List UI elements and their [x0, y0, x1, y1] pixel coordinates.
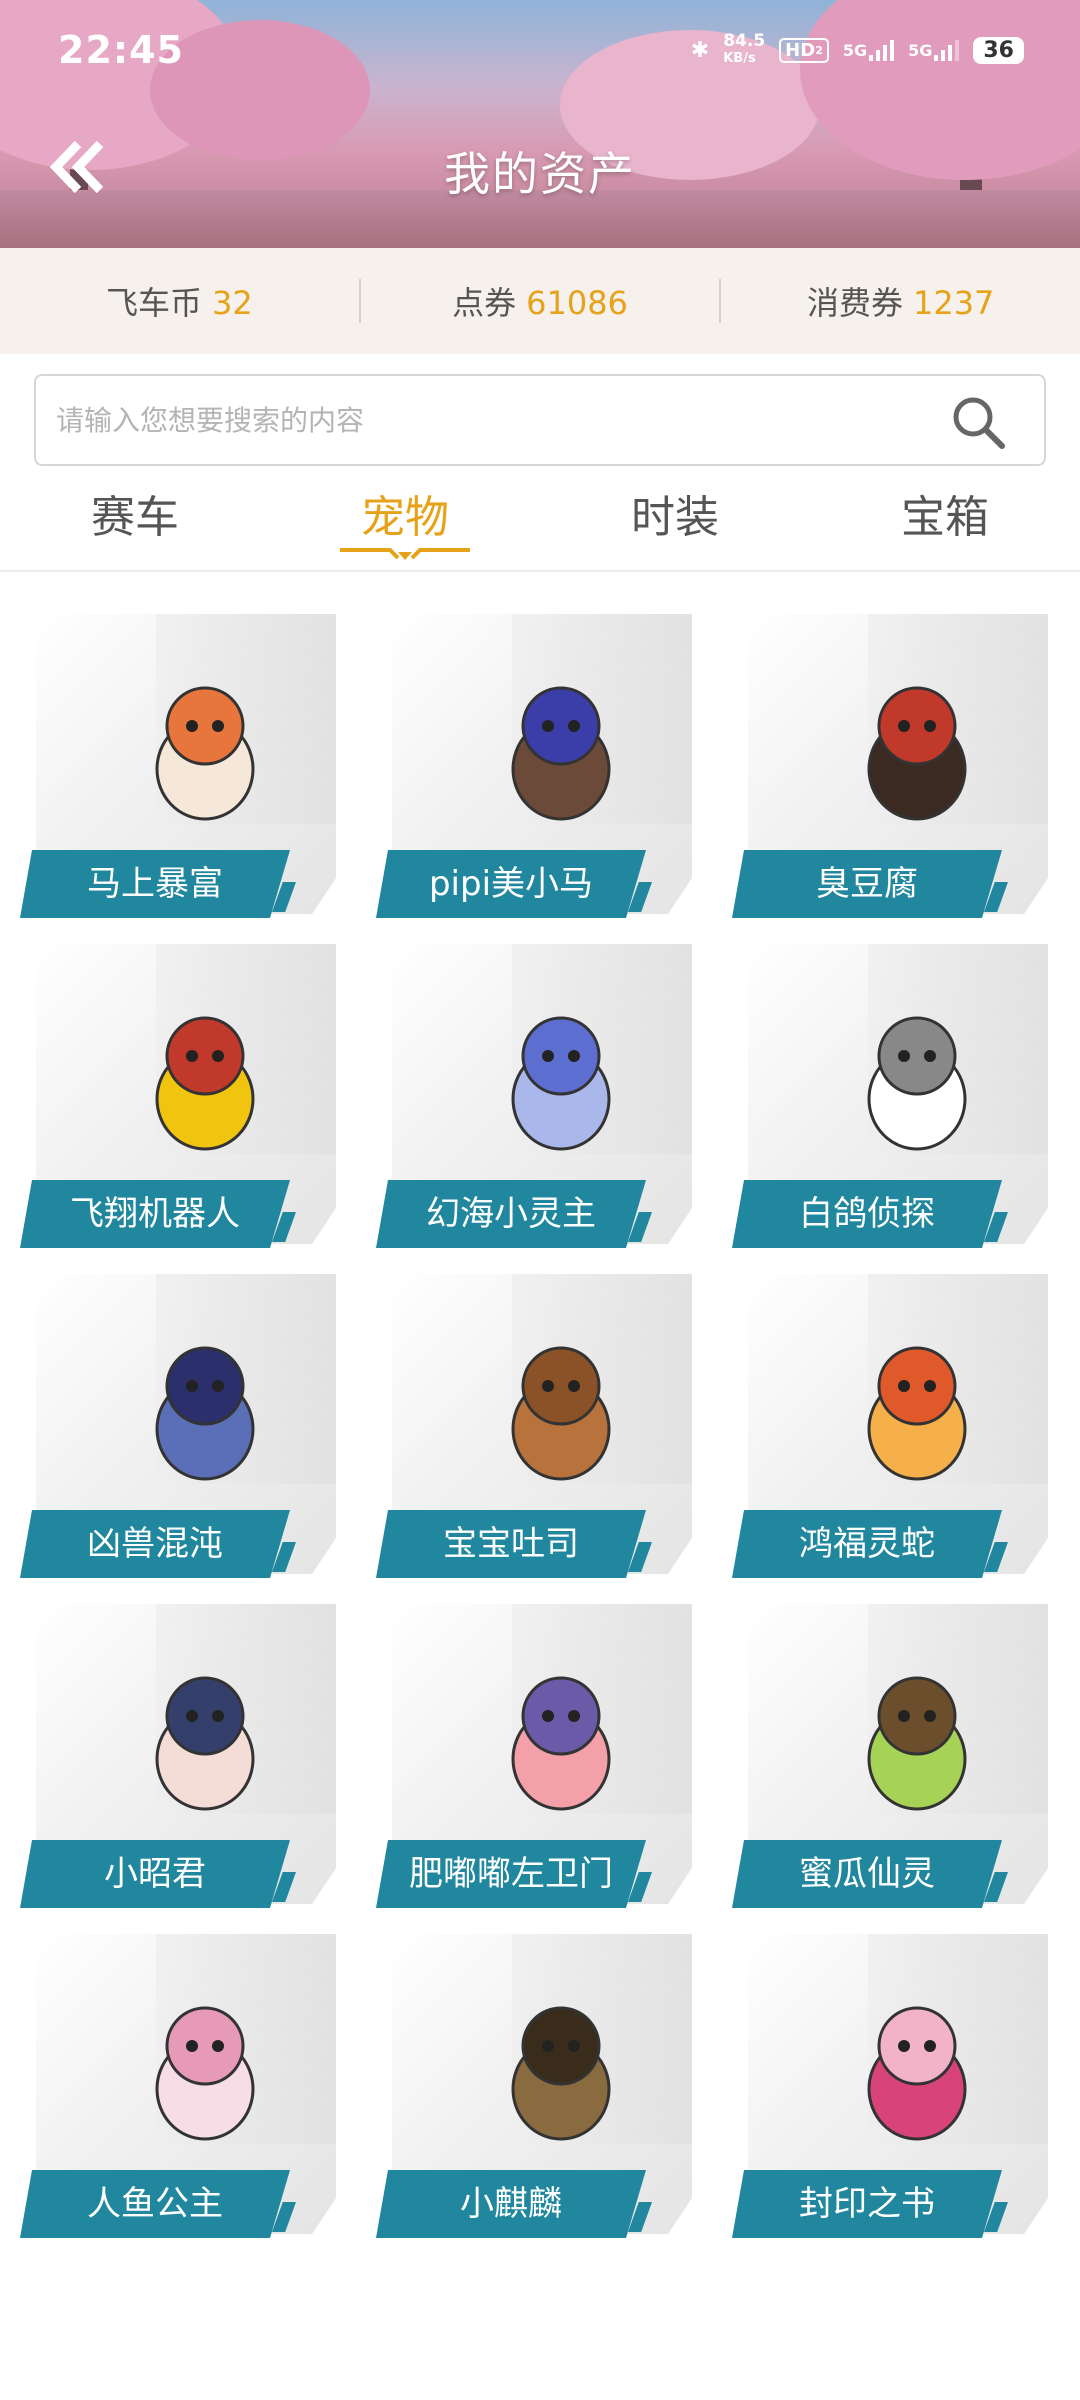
pet-image [867, 1346, 967, 1481]
pet-image [155, 1346, 255, 1481]
divider [0, 570, 1080, 572]
pet-card[interactable]: 幻海小灵主 [376, 944, 706, 1249]
signal-icon: 5G [843, 39, 895, 61]
pet-card[interactable]: 小昭君 [20, 1604, 350, 1909]
currency-label: 飞车币 [105, 284, 202, 322]
pet-name: 蜜瓜仙灵 [732, 1840, 1002, 1908]
pet-card[interactable]: 鸿福灵蛇 [732, 1274, 1062, 1579]
pet-card[interactable]: 蜜瓜仙灵 [732, 1604, 1062, 1909]
currency-feichebi: 飞车币 32 [0, 278, 359, 324]
currency-xiaofeiquan: 消费券 1237 [721, 278, 1080, 324]
pet-name: 白鸽侦探 [732, 1180, 1002, 1248]
currency-label: 消费券 [806, 284, 903, 322]
search-box [34, 374, 1046, 466]
pet-name: 肥嘟嘟左卫门 [376, 1840, 646, 1908]
pet-name: 宝宝吐司 [376, 1510, 646, 1578]
category-tabs: 赛车 宠物 时装 宝箱 [0, 478, 1080, 566]
pet-card[interactable]: pipi美小马 [376, 614, 706, 919]
pet-card[interactable]: 臭豆腐 [732, 614, 1062, 919]
currency-value: 61086 [526, 284, 628, 322]
pet-image [867, 686, 967, 821]
pet-card[interactable]: 小麒麟 [376, 1934, 706, 2239]
pet-image [867, 2006, 967, 2141]
currency-bar: 飞车币 32 点券 61086 消费券 1237 [0, 248, 1080, 354]
pet-name: 马上暴富 [20, 850, 290, 918]
battery-indicator: 36 [973, 36, 1024, 64]
net-speed-value: 84.5 [723, 31, 766, 51]
pet-name: 幻海小灵主 [376, 1180, 646, 1248]
tab-fashion[interactable]: 时装 [540, 478, 810, 566]
status-time: 22:45 [58, 28, 184, 72]
tab-chests[interactable]: 宝箱 [810, 478, 1080, 566]
hd-icon: HD 2 [779, 37, 829, 63]
pet-card[interactable]: 人鱼公主 [20, 1934, 350, 2239]
pet-card[interactable]: 凶兽混沌 [20, 1274, 350, 1579]
currency-dianquan: 点券 61086 [361, 278, 720, 324]
pet-name: 小麒麟 [376, 2170, 646, 2238]
pet-name: 小昭君 [20, 1840, 290, 1908]
net-speed-unit: KB/s [723, 51, 756, 66]
bluetooth-icon: ✱ [690, 37, 710, 63]
tab-pets[interactable]: 宠物 [270, 478, 540, 566]
tab-cars[interactable]: 赛车 [0, 478, 270, 566]
pet-name: 凶兽混沌 [20, 1510, 290, 1578]
pet-image [511, 2006, 611, 2141]
net-speed: 84.5 KB/s [723, 32, 765, 68]
currency-value: 32 [211, 284, 253, 322]
search-icon[interactable] [950, 394, 1006, 450]
pet-image [867, 1016, 967, 1151]
status-bar: 22:45 ✱ 84.5 KB/s HD 2 5G 5G 36 [0, 0, 1080, 100]
pet-name: 飞翔机器人 [20, 1180, 290, 1248]
pet-card[interactable]: 宝宝吐司 [376, 1274, 706, 1579]
pet-image [155, 1016, 255, 1151]
pet-image [511, 1016, 611, 1151]
pet-name: 人鱼公主 [20, 2170, 290, 2238]
pet-image [511, 1346, 611, 1481]
pet-card[interactable]: 肥嘟嘟左卫门 [376, 1604, 706, 1909]
pet-image [155, 686, 255, 821]
pet-card[interactable]: 飞翔机器人 [20, 944, 350, 1249]
status-icons: ✱ 84.5 KB/s HD 2 5G 5G 36 [691, 32, 1024, 68]
page-title: 我的资产 [444, 147, 636, 201]
pet-image [155, 2006, 255, 2141]
pet-image [511, 686, 611, 821]
header-banner: 22:45 ✱ 84.5 KB/s HD 2 5G 5G 36 我的资产 [0, 0, 1080, 248]
pet-card[interactable]: 白鸽侦探 [732, 944, 1062, 1249]
signal-icon: 5G [908, 39, 960, 61]
pet-image [155, 1676, 255, 1811]
pet-name: 臭豆腐 [732, 850, 1002, 918]
pet-grid: 马上暴富 pipi美小马 臭豆腐飞翔机器人 幻海小灵主 白鸽侦探凶兽混沌 宝宝吐司 鸿福灵蛇… [0, 614, 1080, 2400]
pet-name: pipi美小马 [376, 850, 646, 918]
pet-card[interactable]: 封印之书 [732, 1934, 1062, 2239]
currency-label: 点券 [452, 284, 517, 322]
search-input[interactable] [56, 376, 936, 464]
currency-value: 1237 [912, 284, 995, 322]
pet-image [867, 1676, 967, 1811]
tab-active-indicator [340, 548, 470, 560]
pet-name: 鸿福灵蛇 [732, 1510, 1002, 1578]
pet-image [511, 1676, 611, 1811]
pet-card[interactable]: 马上暴富 [20, 614, 350, 919]
pet-name: 封印之书 [732, 2170, 1002, 2238]
